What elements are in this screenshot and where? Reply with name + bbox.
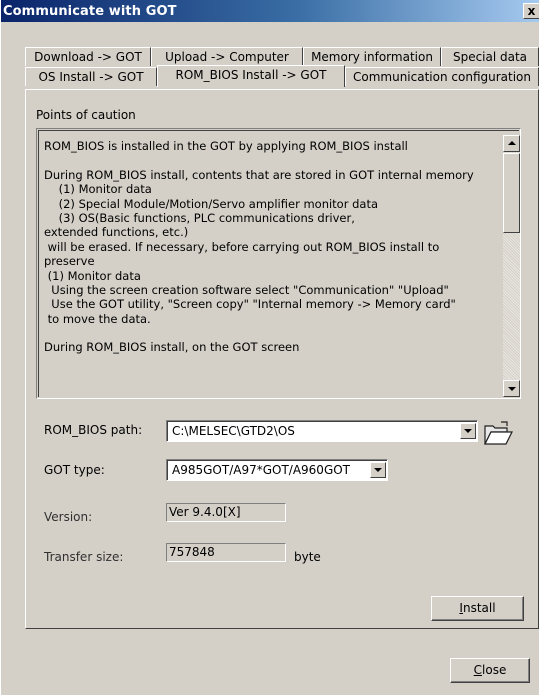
caution-line: to move the data. [44, 311, 151, 326]
caution-line: Using the screen creation software selec… [44, 282, 449, 297]
close-window-button[interactable]: x [523, 3, 539, 19]
caution-line: (1) Monitor data [44, 268, 141, 283]
caution-line: will be erased. If necessary, before car… [44, 239, 440, 254]
caution-line: (3) OS(Basic functions, PLC communicatio… [44, 210, 355, 225]
version-label: Version: [44, 510, 93, 524]
tab-os-install-got[interactable]: OS Install -> GOT [25, 67, 157, 86]
transfer-size-field: 757848 [166, 543, 286, 562]
caution-line: During ROM_BIOS install, on the GOT scre… [44, 340, 300, 355]
communicate-with-got-dialog: Communicate with GOT x Download -> GOT U… [0, 0, 539, 695]
caution-line: ROM_BIOS is installed in the GOT by appl… [44, 139, 408, 153]
got-type-select[interactable]: A985GOT/A97*GOT/A960GOT [166, 459, 388, 481]
chevron-down-icon[interactable] [460, 423, 476, 439]
got-type-label: GOT type: [44, 463, 105, 477]
window-title: Communicate with GOT [3, 3, 177, 19]
points-of-caution-heading: Points of caution [36, 108, 136, 122]
close-button[interactable]: Close [450, 658, 530, 683]
folder-open-icon[interactable] [483, 420, 513, 448]
transfer-size-unit: byte [294, 550, 321, 564]
rom-bios-path-combobox[interactable]: C:\MELSEC\GTD2\OS [166, 420, 478, 442]
caution-text: ROM_BIOS is installed in the GOT by appl… [44, 139, 499, 355]
transfer-size-value: 757848 [169, 545, 215, 559]
caution-line: (1) Monitor data [44, 182, 152, 197]
version-value: Ver 9.4.0[X] [169, 505, 241, 519]
tab-download-got[interactable]: Download -> GOT [25, 47, 151, 66]
tab-communication-configuration[interactable]: Communication configuration [345, 67, 539, 86]
caution-line [44, 153, 499, 167]
got-type-value: A985GOT/A97*GOT/A960GOT [172, 463, 351, 477]
caution-line: (2) Special Module/Motion/Servo amplifie… [44, 196, 379, 211]
vertical-scrollbar[interactable] [503, 135, 520, 397]
rom-bios-path-value: C:\MELSEC\GTD2\OS [172, 424, 295, 438]
rom-bios-path-label: ROM_BIOS path: [44, 423, 143, 437]
caution-line [44, 326, 499, 340]
tab-rom-bios-install-got[interactable]: ROM_BIOS Install -> GOT [157, 65, 345, 87]
title-bar: Communicate with GOT [1, 0, 539, 22]
caution-line: extended functions, etc.) [44, 225, 189, 240]
caution-line: preserve [44, 254, 95, 269]
arrow-up-icon[interactable] [503, 135, 520, 152]
caution-line: Use the GOT utility, "Screen copy" "Inte… [44, 297, 456, 312]
caution-text-area: ROM_BIOS is installed in the GOT by appl… [36, 128, 521, 399]
scrollbar-thumb[interactable] [503, 153, 520, 233]
tab-upload-computer[interactable]: Upload -> Computer [151, 47, 303, 66]
install-button[interactable]: Install [431, 596, 524, 621]
close-button-label: lose [482, 663, 507, 677]
chevron-down-icon[interactable] [370, 462, 386, 478]
tab-memory-information[interactable]: Memory information [303, 47, 441, 66]
arrow-down-icon[interactable] [503, 380, 520, 397]
version-field: Ver 9.4.0[X] [166, 503, 286, 522]
close-button-accel: C [473, 663, 483, 677]
caution-line: During ROM_BIOS install, contents that a… [44, 167, 474, 182]
transfer-size-label: Transfer size: [44, 550, 124, 564]
tab-special-data[interactable]: Special data [441, 47, 539, 66]
install-button-label: nstall [462, 601, 496, 615]
